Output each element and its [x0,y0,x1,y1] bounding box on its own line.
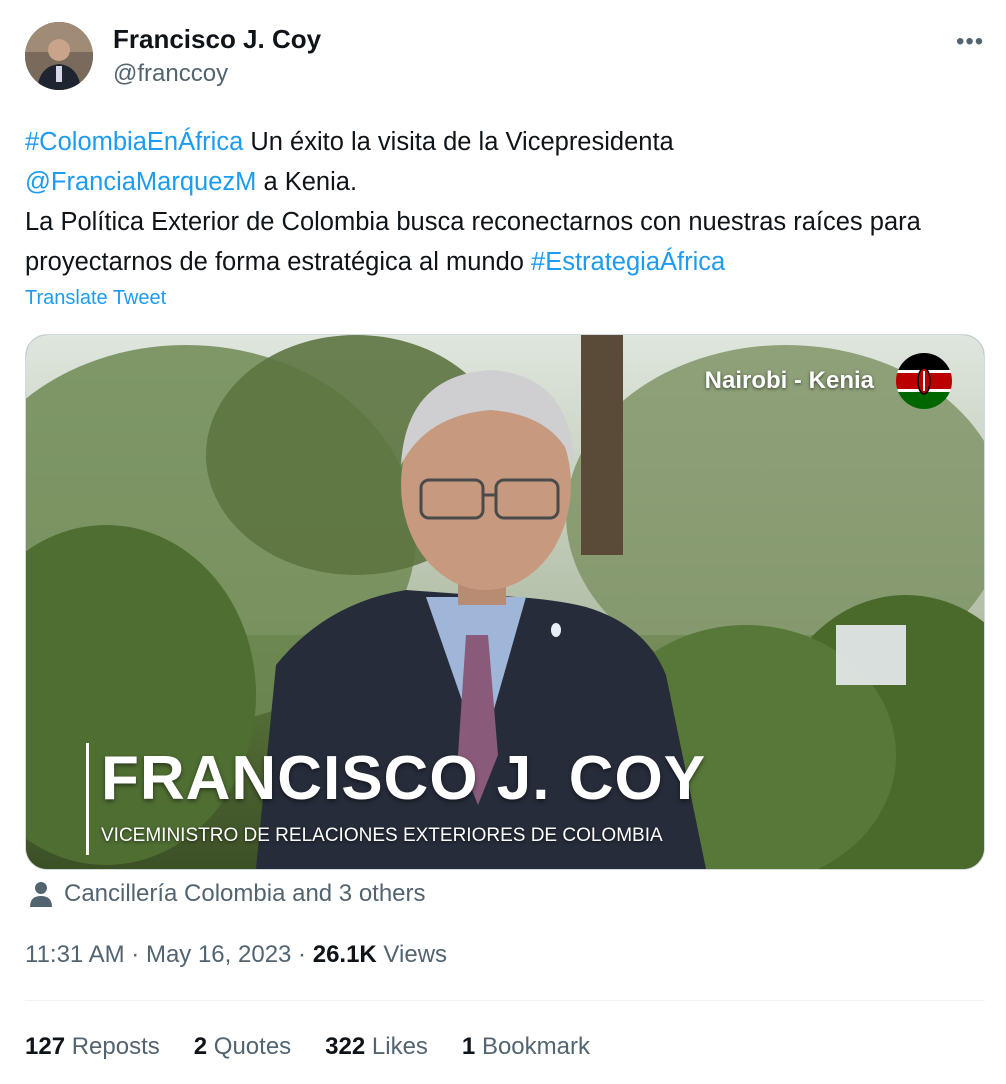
bookmarks-count: 1 [461,1033,476,1060]
lower-third-name: FRANCISCO J. COY [101,744,707,813]
hashtag-estrategia-africa[interactable]: #EstrategiaÁfrica [531,248,725,276]
reposts-label: Reposts [65,1033,160,1060]
bookmarks-label: Bookmark [475,1033,590,1060]
views-count: 26.1K [312,941,377,968]
tweet-meta: 11:31 AM · May 16, 2023 · 26.1K Views [25,941,447,969]
tagged-users-label: Cancillería Colombia and 3 others [64,880,426,907]
likes-label: Likes [365,1033,428,1060]
quotes-label: Quotes [207,1033,292,1060]
reposts-count: 127 [25,1033,66,1060]
tweet-text-part: a Kenia. [256,168,358,196]
reposts-stat[interactable]: 127 Reposts [25,1033,160,1061]
meta-separator: · [291,941,313,968]
kenya-flag-icon [896,353,952,409]
author-name[interactable]: Francisco J. Coy [113,24,321,55]
video-media[interactable]: Nairobi - Kenia FRANCISCO J. COY VICEMIN… [25,334,985,870]
tweet-text-part: La Política Exterior de Colombia busca r… [25,208,921,276]
more-options-icon[interactable]: ••• [956,28,984,56]
tweet-stats: 127 Reposts 2 Quotes 322 Likes 1 Bookmar… [25,1033,590,1061]
tagged-users[interactable]: Cancillería Colombia and 3 others [30,880,426,908]
translate-tweet-link[interactable]: Translate Tweet [25,287,166,310]
tweet-time[interactable]: 11:31 AM [25,941,125,968]
avatar-photo [25,22,93,90]
video-location-label: Nairobi - Kenia [704,367,874,394]
hashtag-colombia-en-africa[interactable]: #ColombiaEnÁfrica [25,128,243,156]
meta-separator: · [124,941,146,968]
mention-francia-marquez[interactable]: @FranciaMarquezM [25,168,256,196]
author-handle[interactable]: @franccoy [113,60,228,88]
likes-count: 322 [325,1033,366,1060]
divider [25,1000,985,1001]
author-avatar[interactable] [25,22,93,90]
likes-stat[interactable]: 322 Likes [325,1033,428,1061]
tweet-text-part: Un éxito la visita de la Vicepresidenta [243,128,674,156]
lower-third-bar [86,743,89,855]
person-icon [30,882,52,907]
bookmarks-stat[interactable]: 1 Bookmark [462,1033,590,1061]
quotes-count: 2 [193,1033,208,1060]
tweet-text: #ColombiaEnÁfrica Un éxito la visita de … [25,122,980,282]
lower-third-title: VICEMINISTRO DE RELACIONES EXTERIORES DE… [101,825,663,846]
tweet-date[interactable]: May 16, 2023 [146,941,291,968]
quotes-stat[interactable]: 2 Quotes [194,1033,291,1061]
views-label: Views [376,941,448,968]
